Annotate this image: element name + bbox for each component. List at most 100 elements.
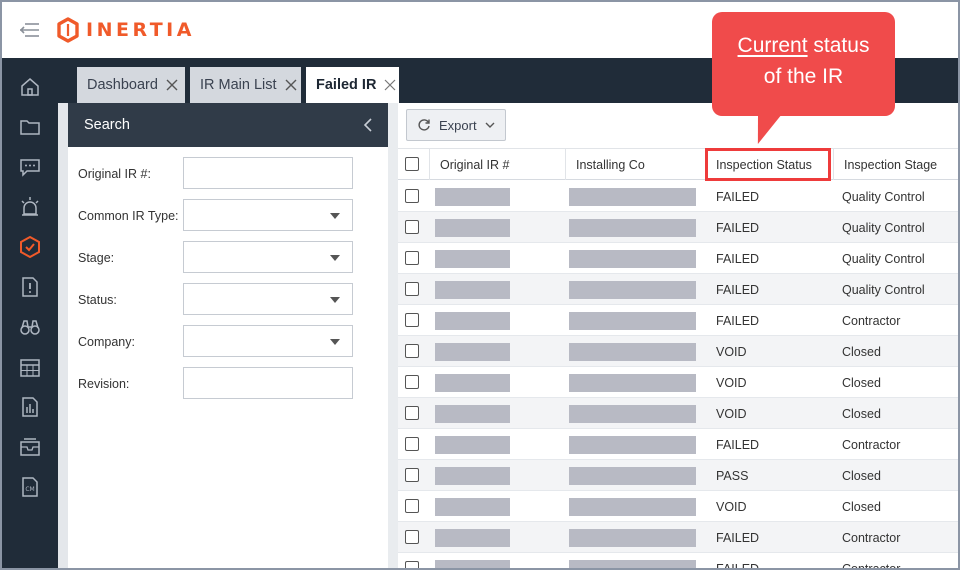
row-checkbox[interactable] [405, 375, 419, 389]
app-logo[interactable]: INERTIA [56, 16, 195, 44]
table-row[interactable]: PASS Closed [398, 460, 960, 491]
inspection-stage-cell: Closed [842, 406, 881, 421]
panel-splitter[interactable] [388, 103, 398, 570]
inspection-status-cell: FAILED [716, 189, 760, 204]
inspection-icon[interactable] [19, 236, 41, 258]
redacted-original-ir [435, 529, 510, 547]
row-checkbox[interactable] [405, 282, 419, 296]
binoculars-icon[interactable] [19, 316, 41, 338]
tab-failed-ir[interactable]: Failed IR [306, 67, 399, 103]
redacted-installing-co [569, 374, 696, 392]
inspection-status-cell: FAILED [716, 251, 760, 266]
close-icon[interactable] [384, 79, 396, 91]
row-checkbox[interactable] [405, 251, 419, 265]
row-checkbox[interactable] [405, 499, 419, 513]
redacted-original-ir [435, 467, 510, 485]
folder-icon[interactable] [19, 116, 41, 138]
revision-input[interactable] [183, 367, 353, 399]
row-checkbox[interactable] [405, 530, 419, 544]
inspection-status-cell: VOID [716, 406, 747, 421]
redacted-original-ir [435, 405, 510, 423]
report-icon[interactable] [19, 396, 41, 418]
home-icon[interactable] [19, 76, 41, 98]
table-row[interactable]: FAILED Contractor [398, 305, 960, 336]
inspection-status-cell: PASS [716, 468, 749, 483]
annotation-text: of the IR [763, 65, 844, 88]
redacted-original-ir [435, 343, 510, 361]
redacted-original-ir [435, 374, 510, 392]
close-icon[interactable] [166, 79, 178, 91]
column-header-original-ir[interactable]: Original IR # [429, 149, 565, 180]
common-ir-type-select[interactable] [183, 199, 353, 231]
table-row[interactable]: VOID Closed [398, 491, 960, 522]
row-checkbox[interactable] [405, 313, 419, 327]
table-row[interactable]: FAILED Quality Control [398, 181, 960, 212]
inspection-status-cell: FAILED [716, 282, 760, 297]
row-checkbox[interactable] [405, 344, 419, 358]
search-panel-header: Search [68, 103, 388, 147]
table-row[interactable]: VOID Closed [398, 336, 960, 367]
redacted-original-ir [435, 250, 510, 268]
table-header: Original IR # Installing Co Inspection S… [398, 148, 960, 180]
column-header-label: Original IR # [440, 157, 510, 172]
status-label: Status: [78, 293, 117, 307]
status-select[interactable] [183, 283, 353, 315]
tab-ir-main-list[interactable]: IR Main List [190, 67, 301, 103]
row-checkbox[interactable] [405, 220, 419, 234]
tab-dashboard[interactable]: Dashboard [77, 67, 185, 103]
table-row[interactable]: FAILED Quality Control [398, 212, 960, 243]
redacted-installing-co [569, 436, 696, 454]
left-navigation: CM [0, 58, 58, 570]
row-checkbox[interactable] [405, 437, 419, 451]
table-row[interactable]: FAILED Contractor [398, 522, 960, 553]
tab-label: Dashboard [87, 77, 158, 93]
row-checkbox[interactable] [405, 561, 419, 570]
column-header-installing-co[interactable]: Installing Co [565, 149, 705, 180]
table-row[interactable]: VOID Closed [398, 367, 960, 398]
row-checkbox[interactable] [405, 406, 419, 420]
tab-label: Failed IR [316, 77, 377, 93]
alarm-icon[interactable] [19, 196, 41, 218]
redacted-installing-co [569, 188, 696, 206]
close-icon[interactable] [285, 79, 297, 91]
inspection-status-cell: FAILED [716, 220, 760, 235]
redacted-installing-co [569, 467, 696, 485]
chevron-left-icon[interactable] [362, 118, 374, 132]
original-ir-label: Original IR #: [78, 167, 151, 181]
search-panel-title: Search [84, 117, 130, 133]
alert-document-icon[interactable] [19, 276, 41, 298]
common-ir-type-label: Common IR Type: [78, 209, 179, 223]
inspection-status-cell: FAILED [716, 313, 760, 328]
select-all-checkbox[interactable] [405, 157, 419, 171]
collapse-menu-icon[interactable] [20, 22, 40, 38]
row-checkbox[interactable] [405, 468, 419, 482]
table-row[interactable]: FAILED Quality Control [398, 243, 960, 274]
table-row[interactable]: VOID Closed [398, 398, 960, 429]
chat-icon[interactable] [19, 156, 41, 178]
calendar-icon[interactable] [19, 356, 41, 378]
company-select[interactable] [183, 325, 353, 357]
inspection-status-cell: FAILED [716, 530, 760, 545]
redacted-original-ir [435, 498, 510, 516]
table-row[interactable]: FAILED Quality Control [398, 274, 960, 305]
export-button[interactable]: Export [406, 109, 506, 141]
redacted-installing-co [569, 219, 696, 237]
redacted-installing-co [569, 498, 696, 516]
table-row[interactable]: FAILED Contractor [398, 429, 960, 460]
company-label: Company: [78, 335, 135, 349]
column-header-label: Installing Co [576, 157, 645, 172]
redacted-installing-co [569, 560, 696, 570]
inspection-status-cell: FAILED [716, 437, 760, 452]
inbox-icon[interactable] [19, 436, 41, 458]
original-ir-input[interactable] [183, 157, 353, 189]
column-header-inspection-stage[interactable]: Inspection Stage [833, 149, 960, 180]
row-checkbox[interactable] [405, 189, 419, 203]
inspection-stage-cell: Quality Control [842, 251, 925, 266]
inspection-stage-cell: Contractor [842, 437, 901, 452]
inspection-status-cell: VOID [716, 375, 747, 390]
cm-document-icon[interactable]: CM [19, 476, 41, 498]
stage-select[interactable] [183, 241, 353, 273]
inspection-stage-cell: Quality Control [842, 282, 925, 297]
chevron-down-icon [485, 122, 495, 128]
table-row[interactable]: FAILED Contractor [398, 553, 960, 570]
